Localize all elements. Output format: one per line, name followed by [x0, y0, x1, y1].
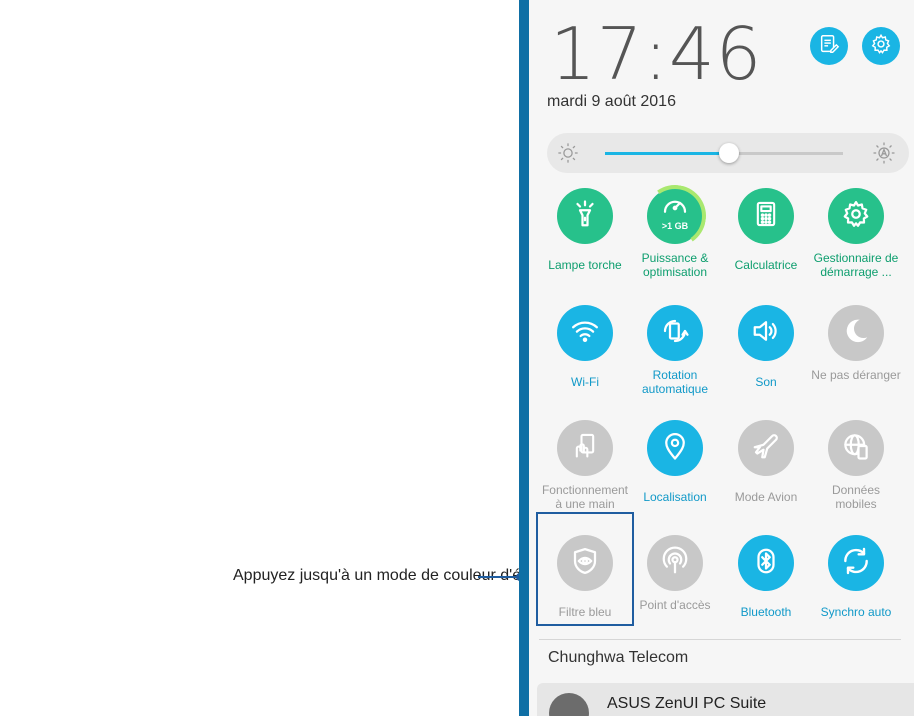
- tile-label: Bluetooth: [740, 605, 792, 619]
- tile-button[interactable]: [647, 535, 703, 591]
- tile-button[interactable]: [738, 535, 794, 591]
- tile-label: Ne pas déranger: [811, 368, 901, 382]
- notification-card[interactable]: ASUS ZenUI PC Suite: [537, 683, 914, 716]
- tile-button[interactable]: [557, 188, 613, 244]
- tile-moon[interactable]: Ne pas déranger: [810, 305, 902, 415]
- tile-label: Point d'accès: [639, 598, 711, 612]
- tile-button[interactable]: [647, 305, 703, 361]
- tile-button[interactable]: [738, 305, 794, 361]
- airplane-icon: [751, 431, 781, 466]
- auto-brightness-icon[interactable]: [872, 141, 896, 170]
- highlight-box: [536, 512, 634, 626]
- rotation-icon: [660, 316, 690, 351]
- wifi-icon: [570, 316, 600, 351]
- tile-button[interactable]: [828, 188, 884, 244]
- tile-sync[interactable]: Synchro auto: [810, 535, 902, 645]
- tile-label: Rotation automatique: [641, 368, 709, 396]
- tile-flashlight[interactable]: Lampe torche: [539, 188, 631, 298]
- tile-globe[interactable]: Données mobiles: [810, 420, 902, 530]
- notes-button[interactable]: [810, 27, 848, 65]
- calculator-icon: [752, 200, 780, 233]
- brightness-fill: [605, 152, 729, 155]
- tile-label: Localisation: [643, 490, 707, 504]
- tile-speedometer[interactable]: >1 GB Puissance & optimisation: [629, 180, 721, 298]
- tile-label: Mode Avion: [734, 490, 798, 504]
- callout-line: [478, 576, 518, 578]
- globe-icon: [841, 431, 871, 466]
- carrier-name: Chunghwa Telecom: [548, 649, 689, 666]
- tile-label: Gestionnaire de démarrage ...: [813, 251, 899, 279]
- moon-icon: [841, 316, 871, 351]
- tile-button[interactable]: [557, 420, 613, 476]
- callout: Appuyez jusqu'à un mode de couleur d'écr…: [0, 566, 607, 586]
- tile-label: Données mobiles: [831, 483, 881, 511]
- speaker-icon: [751, 316, 781, 351]
- memory-badge: >1 GB: [661, 221, 689, 231]
- tile-button[interactable]: [828, 535, 884, 591]
- notification-title: ASUS ZenUI PC Suite: [607, 695, 767, 712]
- sun-low-icon: [557, 142, 579, 169]
- settings-button[interactable]: [862, 27, 900, 65]
- tile-button[interactable]: [738, 188, 794, 244]
- tile-bluetooth[interactable]: Bluetooth: [720, 535, 812, 645]
- divider: [539, 639, 901, 640]
- tile-button[interactable]: [828, 305, 884, 361]
- tile-speaker[interactable]: Son: [720, 305, 812, 415]
- one-hand-icon: [571, 432, 599, 465]
- app-icon: [549, 693, 589, 716]
- tile-button[interactable]: [828, 420, 884, 476]
- date: mardi 9 août 2016: [547, 93, 676, 110]
- clock: 17:46: [550, 12, 763, 96]
- bluetooth-icon: [751, 546, 781, 581]
- tile-button[interactable]: [557, 305, 613, 361]
- tile-hotspot[interactable]: Point d'accès: [629, 535, 721, 645]
- brightness-thumb[interactable]: [719, 143, 739, 163]
- gear-icon: [870, 33, 892, 60]
- notes-icon: [818, 33, 840, 60]
- location-pin-icon: [660, 431, 690, 466]
- tile-label: Fonctionnement à une main: [541, 483, 629, 511]
- tile-rotation[interactable]: Rotation automatique: [629, 305, 721, 415]
- brightness-slider[interactable]: [547, 133, 909, 173]
- tile-button[interactable]: [647, 420, 703, 476]
- tile-label: Calculatrice: [734, 258, 798, 272]
- tile-airplane[interactable]: Mode Avion: [720, 420, 812, 530]
- tile-gear[interactable]: Gestionnaire de démarrage ...: [810, 188, 902, 298]
- flashlight-icon: [570, 199, 600, 234]
- tile-label: Synchro auto: [820, 605, 892, 619]
- sync-icon: [840, 545, 872, 582]
- phone-edge: [519, 0, 529, 716]
- memory-ring: [639, 180, 711, 252]
- hotspot-icon: [660, 546, 690, 581]
- tile-wifi[interactable]: Wi-Fi: [539, 305, 631, 415]
- tile-location-pin[interactable]: Localisation: [629, 420, 721, 530]
- tile-calculator[interactable]: Calculatrice: [720, 188, 812, 298]
- tile-button[interactable]: >1 GB: [639, 180, 711, 252]
- tile-label: Wi-Fi: [571, 375, 599, 389]
- tile-label: Puissance & optimisation: [641, 251, 709, 279]
- tile-label: Lampe torche: [548, 258, 622, 272]
- tile-button[interactable]: [738, 420, 794, 476]
- tile-label: Son: [755, 375, 777, 389]
- gear-icon: [841, 199, 871, 234]
